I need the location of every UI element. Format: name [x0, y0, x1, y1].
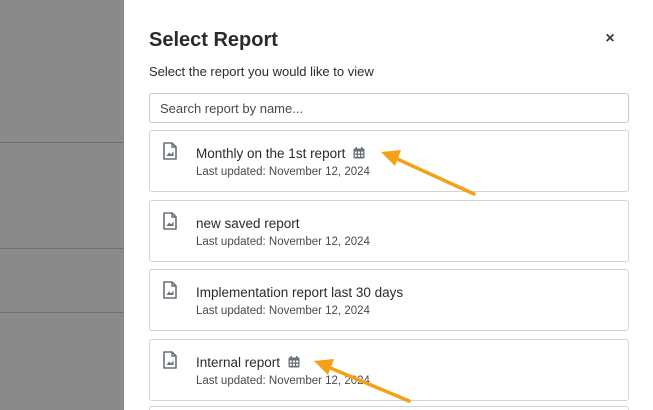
- report-item-internal[interactable]: Internal report Last updated: November 1…: [149, 339, 629, 401]
- close-icon[interactable]: ×: [602, 30, 618, 48]
- report-file-icon: [163, 212, 177, 230]
- report-last-updated: Last updated: November 12, 2024: [196, 166, 370, 178]
- report-file-icon: [163, 142, 177, 160]
- search-report-input[interactable]: [149, 93, 629, 123]
- report-name: new saved report: [196, 216, 300, 231]
- backdrop-divider: [0, 248, 124, 249]
- select-report-panel: Select Report × Select the report you wo…: [124, 0, 653, 410]
- report-file-icon: [163, 351, 177, 369]
- report-item-partial[interactable]: [149, 406, 629, 410]
- panel-title: Select Report: [149, 29, 278, 51]
- report-item-implementation[interactable]: Implementation report last 30 days Last …: [149, 269, 629, 331]
- report-name: Monthly on the 1st report: [196, 146, 365, 161]
- calendar-icon: [353, 147, 365, 159]
- calendar-icon: [288, 356, 300, 368]
- modal-backdrop[interactable]: [0, 0, 124, 410]
- backdrop-divider: [0, 312, 124, 313]
- report-item-new-saved[interactable]: new saved report Last updated: November …: [149, 200, 629, 262]
- backdrop-divider: [0, 142, 124, 143]
- report-name: Implementation report last 30 days: [196, 285, 404, 300]
- report-last-updated: Last updated: November 12, 2024: [196, 236, 370, 248]
- report-file-icon: [163, 281, 177, 299]
- panel-subtitle: Select the report you would like to view: [149, 64, 374, 79]
- report-last-updated: Last updated: November 12, 2024: [196, 305, 370, 317]
- report-last-updated: Last updated: November 12, 2024: [196, 375, 370, 387]
- report-item-monthly[interactable]: Monthly on the 1st report Last updated: …: [149, 130, 629, 192]
- report-name: Internal report: [196, 355, 300, 370]
